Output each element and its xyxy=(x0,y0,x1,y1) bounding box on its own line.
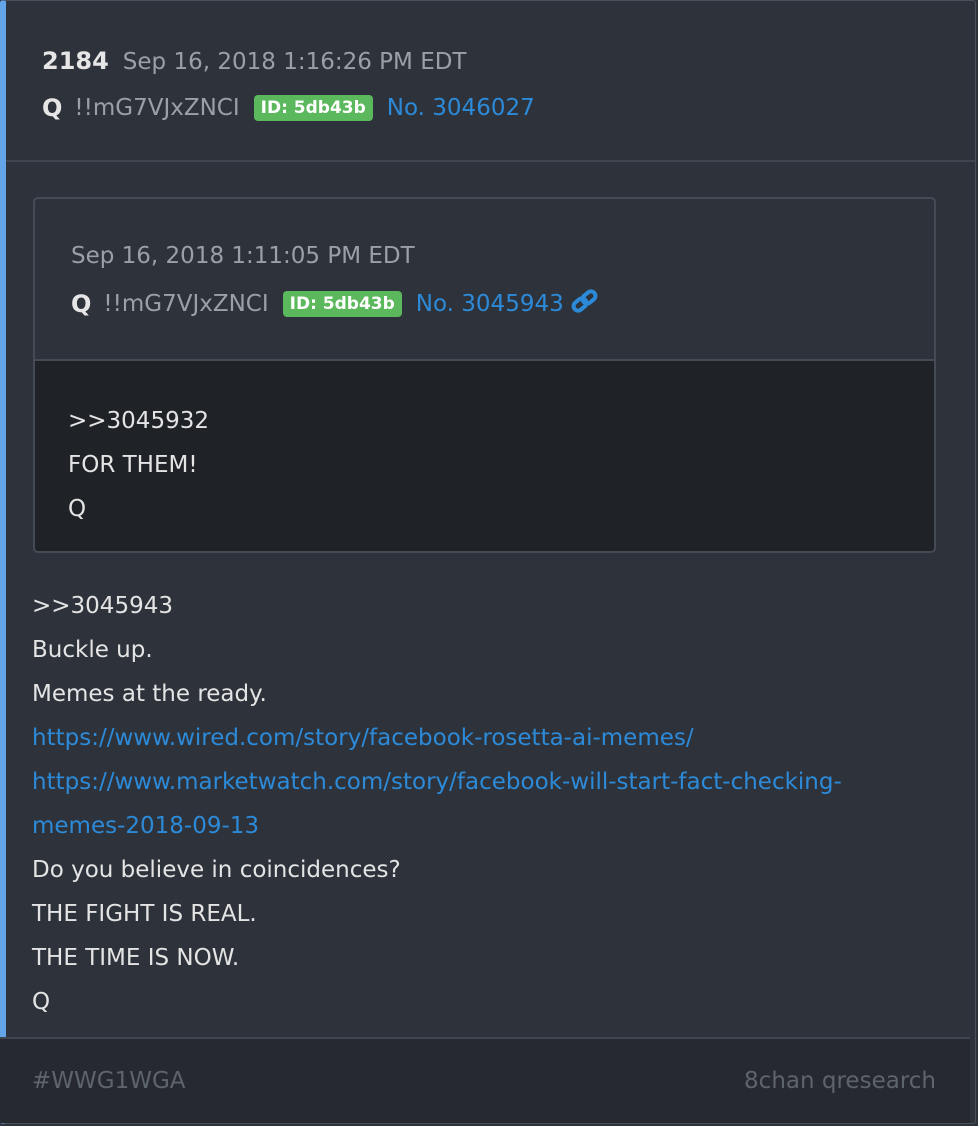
body-text-line: Memes at the ready. xyxy=(32,681,267,707)
post-date: Sep 16, 2018 1:16:26 PM EDT xyxy=(122,49,467,75)
author-name: Q xyxy=(42,94,63,122)
post-number-link[interactable]: No. 3046027 xyxy=(387,95,535,121)
signature: Q xyxy=(32,989,51,1015)
quoted-id-badge: ID: 5db43b xyxy=(282,291,402,317)
post-number: 2184 xyxy=(42,47,109,75)
post-body: >>3045943 Buckle up. Memes at the ready.… xyxy=(32,584,932,1024)
quoted-post-date: Sep 16, 2018 1:11:05 PM EDT xyxy=(71,243,415,269)
quoted-reply-ref[interactable]: >>3045932 xyxy=(68,399,934,443)
body-text-line: Buckle up. xyxy=(32,637,153,663)
post-header: 2184 Sep 16, 2018 1:16:26 PM EDT Q !!mG7… xyxy=(6,1,975,162)
quoted-text-line: FOR THEM! xyxy=(68,452,198,478)
id-badge: ID: 5db43b xyxy=(253,95,373,121)
quoted-post: Sep 16, 2018 1:11:05 PM EDT Q !!mG7VJxZN… xyxy=(33,197,936,553)
wired-link[interactable]: https://www.wired.com/story/facebook-ros… xyxy=(32,716,932,760)
post-footer: #WWG1WGA 8chan qresearch xyxy=(0,1037,970,1123)
body-text-line: THE TIME IS NOW. xyxy=(32,945,240,971)
tripcode: !!mG7VJxZNCI xyxy=(74,95,240,121)
body-text-line: Do you believe in coincidences? xyxy=(32,857,401,883)
hashtag: #WWG1WGA xyxy=(32,1068,186,1094)
quoted-author-name: Q xyxy=(71,290,92,318)
body-text-line: THE FIGHT IS REAL. xyxy=(32,901,257,927)
quoted-post-header: Sep 16, 2018 1:11:05 PM EDT Q !!mG7VJxZN… xyxy=(35,199,934,361)
link-icon[interactable] xyxy=(570,289,600,319)
quoted-post-number-link[interactable]: No. 3045943 xyxy=(416,291,564,317)
marketwatch-link-continued[interactable]: memes-2018-09-13 xyxy=(32,804,932,848)
quoted-post-body: >>3045932 FOR THEM! Q xyxy=(35,361,934,551)
reply-ref[interactable]: >>3045943 xyxy=(32,584,932,628)
quoted-signature: Q xyxy=(68,496,87,522)
source-label: 8chan qresearch xyxy=(744,1068,936,1094)
quoted-tripcode: !!mG7VJxZNCI xyxy=(103,291,269,317)
marketwatch-link[interactable]: https://www.marketwatch.com/story/facebo… xyxy=(32,760,932,804)
